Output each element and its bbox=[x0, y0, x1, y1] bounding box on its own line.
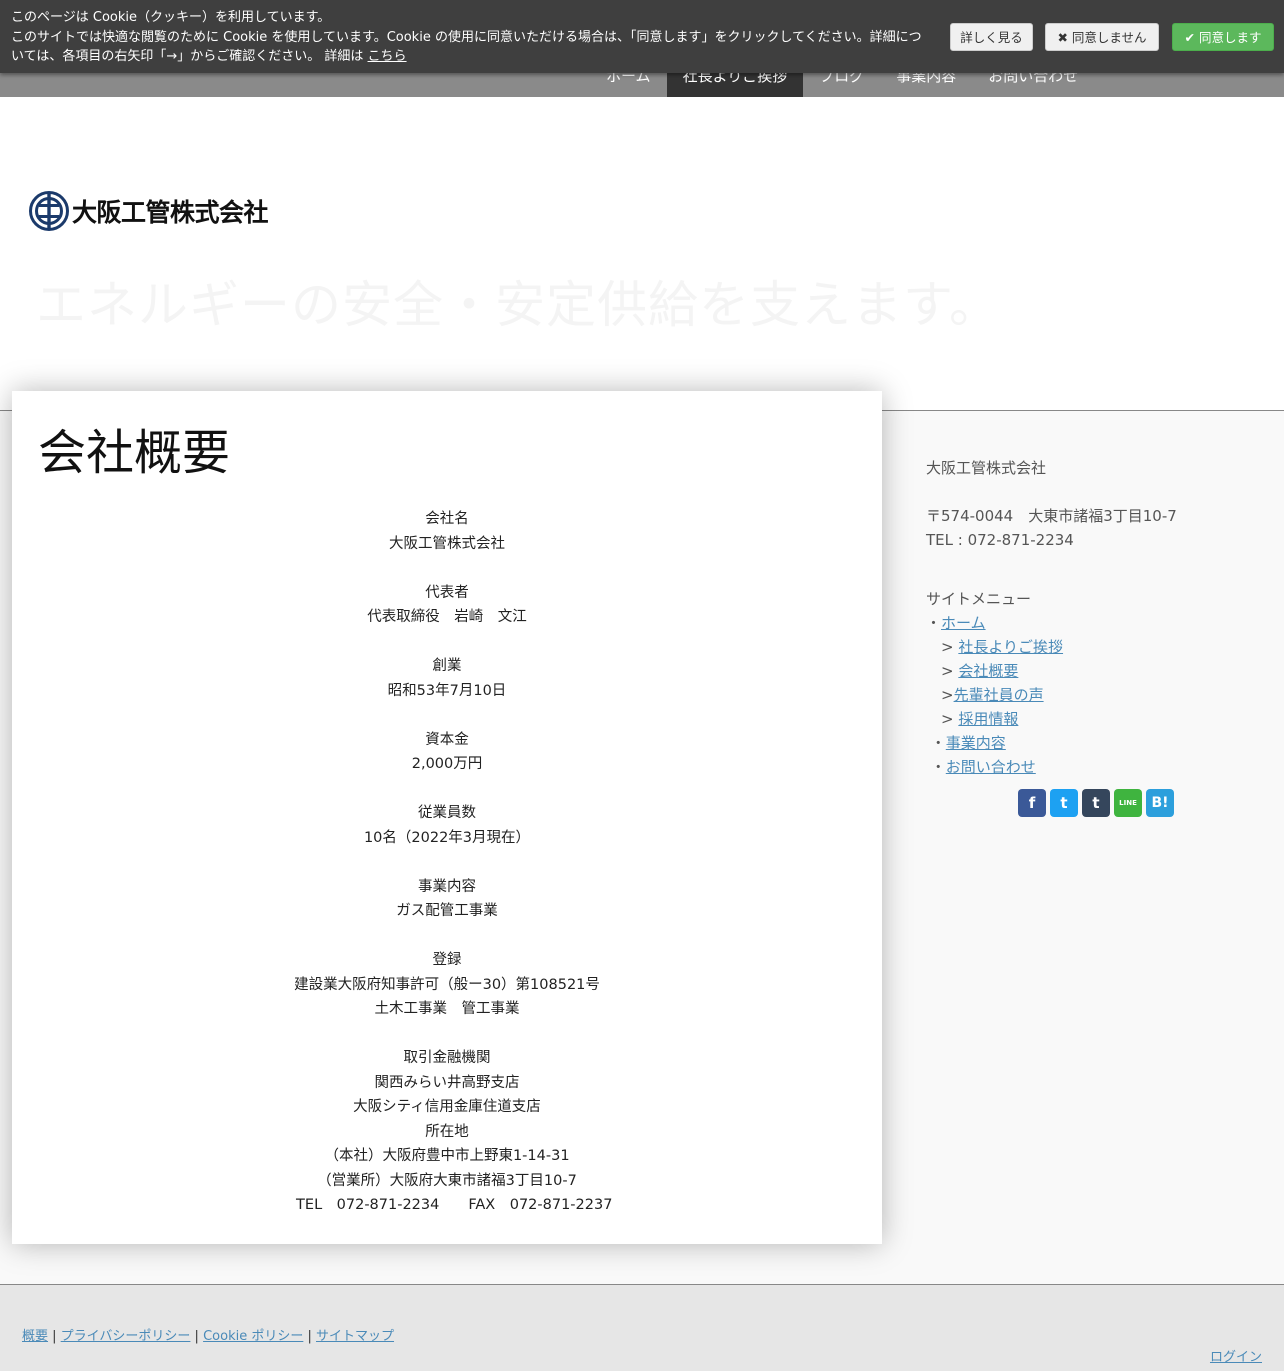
page-title: 会社概要 bbox=[38, 425, 231, 481]
footer-link-sitemap[interactable]: サイトマップ bbox=[316, 1329, 394, 1344]
hatena-bookmark-icon[interactable]: B! bbox=[1146, 789, 1174, 817]
line-icon[interactable]: LINE bbox=[1114, 789, 1142, 817]
info-value: 関西みらい井高野支店 bbox=[374, 1074, 520, 1091]
info-value: 昭和53年7月10日 bbox=[387, 682, 507, 699]
info-value: 大阪工管株式会社 bbox=[389, 535, 505, 552]
sidebar-link-recruit[interactable]: 採用情報 bbox=[958, 710, 1018, 728]
info-label: 創業 bbox=[432, 658, 462, 674]
cookie-consent-bar: このページは Cookie（クッキー）を利用しています。 このサイトでは快適な閲… bbox=[0, 0, 1284, 73]
sidebar-item-overview: > 会社概要 bbox=[926, 662, 1019, 680]
cookie-message: このページは Cookie（クッキー）を利用しています。 このサイトでは快適な閲… bbox=[11, 8, 931, 67]
cookie-more-button[interactable]: 詳しく見る bbox=[950, 23, 1033, 51]
info-value: 建設業大阪府知事許可（般ー30）第108521号 bbox=[294, 976, 600, 993]
info-value: TEL 072-871-2234 FAX 072-871-2237 bbox=[281, 1197, 613, 1213]
sidebar-item-contact: ・お問い合わせ bbox=[926, 758, 1036, 776]
info-label: 代表者 bbox=[425, 584, 469, 601]
info-value: （営業所）大阪府大東市諸福3丁目10-7 bbox=[317, 1172, 577, 1189]
info-value: 10名（2022年3月現在） bbox=[363, 829, 531, 846]
sidebar-menu-title: サイトメニュー bbox=[926, 590, 1032, 608]
sidebar-item-voices: >先輩社員の声 bbox=[926, 686, 1044, 704]
info-label: 取引金融機関 bbox=[403, 1050, 491, 1066]
sidebar-tel: TEL : 072-871-2234 bbox=[926, 531, 1074, 549]
cookie-line-3: いては、各項目の右矢印「→」からご確認ください。 詳細は bbox=[11, 49, 364, 64]
sidebar-item-greeting: > 社長よりご挨拶 bbox=[926, 638, 1064, 656]
footer-links: 概要 | プライバシーポリシー | Cookie ポリシー | サイトマップ bbox=[22, 1329, 395, 1344]
sidebar-link-overview[interactable]: 会社概要 bbox=[958, 662, 1018, 680]
tumblr-icon[interactable]: t bbox=[1082, 789, 1110, 817]
info-label: 従業員数 bbox=[418, 805, 476, 821]
sidebar-company: 大阪工管株式会社 bbox=[926, 459, 1047, 477]
sidebar-item-recruit: > 採用情報 bbox=[926, 710, 1019, 728]
info-label: 会社名 bbox=[425, 511, 469, 527]
cookie-line-1: このページは Cookie（クッキー）を利用しています。 bbox=[11, 10, 331, 25]
info-label: 登録 bbox=[432, 952, 462, 968]
footer-link-overview[interactable]: 概要 bbox=[22, 1329, 48, 1344]
social-share-buttons: f t t LINE B! bbox=[1018, 789, 1174, 817]
hero-tagline: エネルギーの安全・安定供給を支えます。 bbox=[36, 276, 1000, 334]
site-logo[interactable]: 大阪工管株式会社 bbox=[29, 191, 269, 231]
sidebar-link-greeting[interactable]: 社長よりご挨拶 bbox=[958, 638, 1063, 656]
sidebar-address: 〒574-0044 大東市諸福3丁目10-7 bbox=[926, 507, 1177, 525]
cookie-line-3-wrap: いては、各項目の右矢印「→」からご確認ください。 詳細は こちら bbox=[11, 47, 931, 67]
cookie-line-2: このサイトでは快適な閲覧のために Cookie を使用しています。Cookie … bbox=[11, 29, 922, 45]
main-content: 会社概要 会社名大阪工管株式会社 代表者代表取締役 岩崎 文江 創業昭和53年7月1… bbox=[12, 391, 882, 1244]
sidebar-link-business[interactable]: 事業内容 bbox=[946, 734, 1006, 752]
info-value: ガス配管工事業 bbox=[396, 903, 498, 919]
twitter-icon[interactable]: t bbox=[1050, 789, 1078, 817]
facebook-icon[interactable]: f bbox=[1018, 789, 1046, 817]
sidebar-item-business: ・事業内容 bbox=[926, 734, 1006, 752]
info-label: 所在地 bbox=[425, 1123, 469, 1140]
info-label: 資本金 bbox=[425, 731, 469, 748]
info-value: 土木工事業 管工事業 bbox=[374, 1001, 520, 1017]
site-footer: 概要 | プライバシーポリシー | Cookie ポリシー | サイトマップ ロ… bbox=[0, 1285, 1284, 1371]
sidebar-item-home: ・ホーム bbox=[926, 614, 986, 632]
site-header: 大阪工管株式会社 エネルギーの安全・安定供給を支えます。 bbox=[0, 97, 1284, 410]
cookie-details-link[interactable]: こちら bbox=[368, 49, 407, 64]
info-value: 2,000万円 bbox=[411, 756, 483, 772]
company-info: 会社名大阪工管株式会社 代表者代表取締役 岩崎 文江 創業昭和53年7月10日 資本金… bbox=[12, 507, 882, 1218]
sidebar: 大阪工管株式会社 〒574-0044 大東市諸福3丁目10-7 TEL : 07… bbox=[926, 456, 1186, 779]
info-label: 事業内容 bbox=[418, 878, 476, 895]
footer-link-cookie[interactable]: Cookie ポリシー bbox=[203, 1329, 303, 1344]
sidebar-link-contact[interactable]: お問い合わせ bbox=[946, 758, 1036, 776]
logo-text: 大阪工管株式会社 bbox=[72, 198, 269, 227]
sidebar-link-home[interactable]: ホーム bbox=[941, 614, 986, 632]
info-value: （本社）大阪府豊中市上野東1-14-31 bbox=[324, 1148, 570, 1164]
sidebar-link-voices[interactable]: 先輩社員の声 bbox=[954, 686, 1044, 704]
info-value: 大阪シティ信用金庫住道支店 bbox=[353, 1099, 541, 1115]
cookie-accept-button[interactable]: ✔ 同意します bbox=[1172, 23, 1274, 51]
footer-link-privacy[interactable]: プライバシーポリシー bbox=[61, 1329, 191, 1344]
login-link[interactable]: ログイン bbox=[1210, 1346, 1262, 1365]
info-value: 代表取締役 岩崎 文江 bbox=[367, 609, 527, 625]
company-emblem-icon bbox=[29, 191, 69, 231]
cookie-decline-button[interactable]: ✖ 同意しません bbox=[1045, 23, 1159, 51]
